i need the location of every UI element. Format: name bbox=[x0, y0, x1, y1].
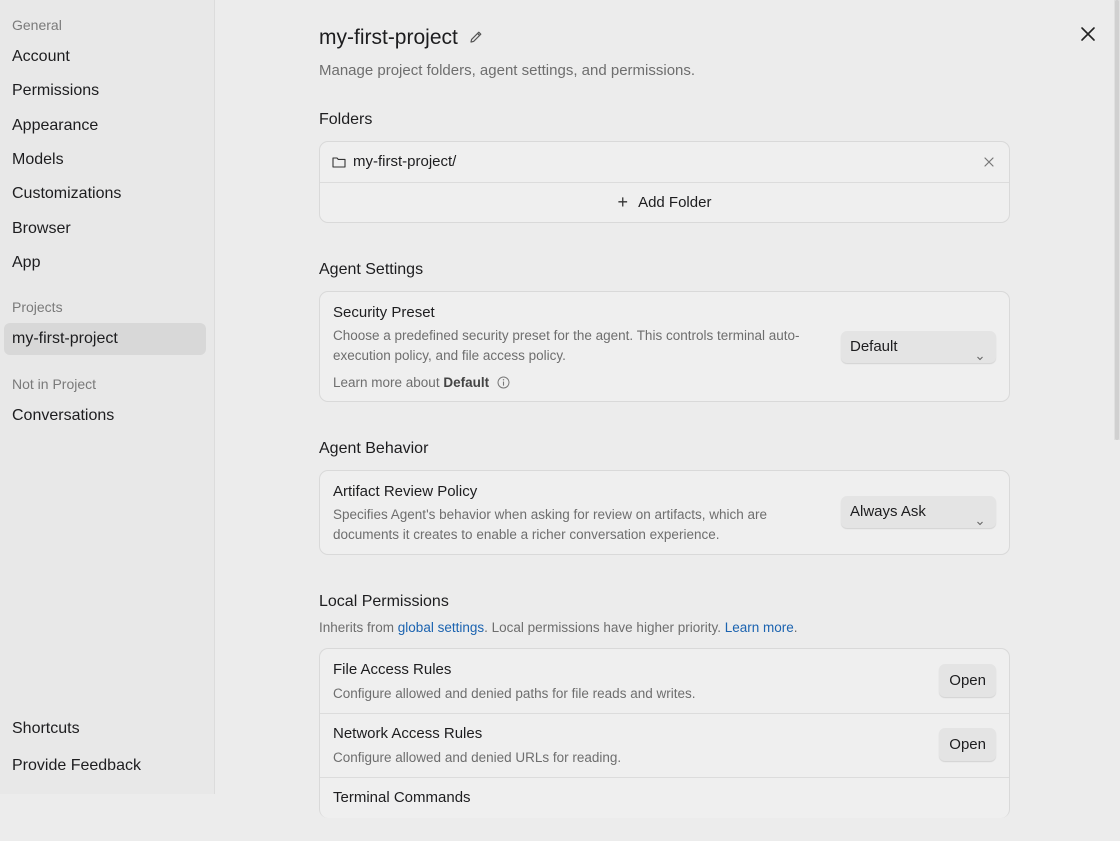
sidebar-item-conversations[interactable]: Conversations bbox=[4, 400, 206, 432]
sidebar-group-general: General bbox=[12, 17, 62, 33]
folders-card: my-first-project/ + Add Folder bbox=[319, 141, 1010, 223]
network-access-row: Network Access Rules Configure allowed a… bbox=[320, 713, 1009, 778]
scrollbar-thumb[interactable] bbox=[1115, 0, 1119, 440]
artifact-review-desc: Specifies Agent's behavior when asking f… bbox=[333, 507, 768, 542]
artifact-review-title: Artifact Review Policy bbox=[333, 483, 478, 500]
file-access-desc: Configure allowed and denied paths for f… bbox=[333, 686, 696, 701]
chevron-down-icon bbox=[976, 507, 984, 526]
sidebar-item-permissions[interactable]: Permissions bbox=[4, 75, 206, 107]
learn-more-bold: Default bbox=[443, 375, 490, 390]
sidebar-item-feedback[interactable]: Provide Feedback bbox=[4, 750, 206, 782]
learn-more-default[interactable]: Learn more about Default bbox=[333, 375, 510, 390]
sidebar-group-projects: Projects bbox=[12, 299, 63, 315]
add-folder-label: Add Folder bbox=[638, 193, 712, 211]
artifact-review-card: Artifact Review Policy Specifies Agent's… bbox=[319, 470, 1010, 555]
learn-more-prefix: Learn more about bbox=[333, 375, 440, 390]
sidebar-item-appearance[interactable]: Appearance bbox=[4, 110, 206, 142]
agent-behavior-heading: Agent Behavior bbox=[319, 440, 429, 457]
sidebar-item-browser[interactable]: Browser bbox=[4, 213, 206, 245]
sidebar-item-shortcuts[interactable]: Shortcuts bbox=[4, 713, 206, 745]
agent-settings-heading: Agent Settings bbox=[319, 261, 424, 278]
pencil-icon[interactable] bbox=[468, 29, 486, 47]
main-content: my-first-project Manage project folders,… bbox=[216, 0, 1120, 818]
artifact-review-value: Always Ask bbox=[850, 503, 926, 520]
folders-heading: Folders bbox=[319, 111, 373, 128]
sidebar-item-app[interactable]: App bbox=[4, 247, 206, 279]
close-icon[interactable] bbox=[1078, 24, 1098, 44]
terminal-commands-title: Terminal Commands bbox=[333, 789, 471, 806]
security-preset-title: Security Preset bbox=[333, 304, 435, 321]
security-preset-value: Default bbox=[850, 338, 898, 355]
page-subtitle: Manage project folders, agent settings, … bbox=[319, 62, 696, 79]
page-title: my-first-project bbox=[319, 26, 458, 49]
note-mid: . Local permissions have higher priority… bbox=[484, 620, 721, 635]
chevron-down-icon bbox=[976, 342, 984, 361]
artifact-review-select[interactable]: Always Ask bbox=[841, 496, 996, 528]
local-permissions-note: Inherits from global settings. Local per… bbox=[319, 620, 798, 635]
folder-name: my-first-project/ bbox=[353, 153, 457, 170]
security-preset-card: Security Preset Choose a predefined secu… bbox=[319, 291, 1010, 402]
remove-folder-icon[interactable] bbox=[983, 155, 995, 167]
note-end: . bbox=[793, 620, 798, 635]
file-access-open-button[interactable]: Open bbox=[939, 664, 996, 697]
security-preset-desc: Choose a predefined security preset for … bbox=[333, 328, 800, 363]
global-settings-link[interactable]: global settings bbox=[398, 620, 484, 635]
plus-icon: + bbox=[617, 192, 629, 212]
local-permissions-heading: Local Permissions bbox=[319, 593, 449, 610]
file-access-row: File Access Rules Configure allowed and … bbox=[320, 649, 1009, 714]
sidebar-item-account[interactable]: Account bbox=[4, 41, 206, 73]
permissions-card: File Access Rules Configure allowed and … bbox=[319, 648, 1010, 818]
scrollbar[interactable] bbox=[1114, 0, 1120, 440]
info-icon[interactable] bbox=[497, 376, 510, 389]
network-access-desc: Configure allowed and denied URLs for re… bbox=[333, 750, 622, 765]
note-prefix: Inherits from bbox=[319, 620, 395, 635]
folder-icon bbox=[332, 155, 346, 168]
sidebar-item-project[interactable]: my-first-project bbox=[4, 323, 206, 355]
title-row: my-first-project bbox=[319, 26, 486, 50]
sidebar-item-customizations[interactable]: Customizations bbox=[4, 178, 206, 210]
terminal-commands-row: Terminal Commands bbox=[320, 777, 1009, 841]
learn-more-link[interactable]: Learn more bbox=[725, 620, 794, 635]
sidebar-group-not-in-project: Not in Project bbox=[12, 376, 97, 392]
file-access-title: File Access Rules bbox=[333, 661, 452, 678]
network-access-open-button[interactable]: Open bbox=[939, 728, 996, 761]
network-access-title: Network Access Rules bbox=[333, 725, 483, 742]
folder-row: my-first-project/ bbox=[320, 142, 1009, 183]
security-preset-select[interactable]: Default bbox=[841, 331, 996, 363]
sidebar-item-models[interactable]: Models bbox=[4, 144, 206, 176]
sidebar: General Account Permissions Appearance M… bbox=[0, 0, 215, 794]
add-folder-button[interactable]: + Add Folder bbox=[320, 182, 1009, 222]
